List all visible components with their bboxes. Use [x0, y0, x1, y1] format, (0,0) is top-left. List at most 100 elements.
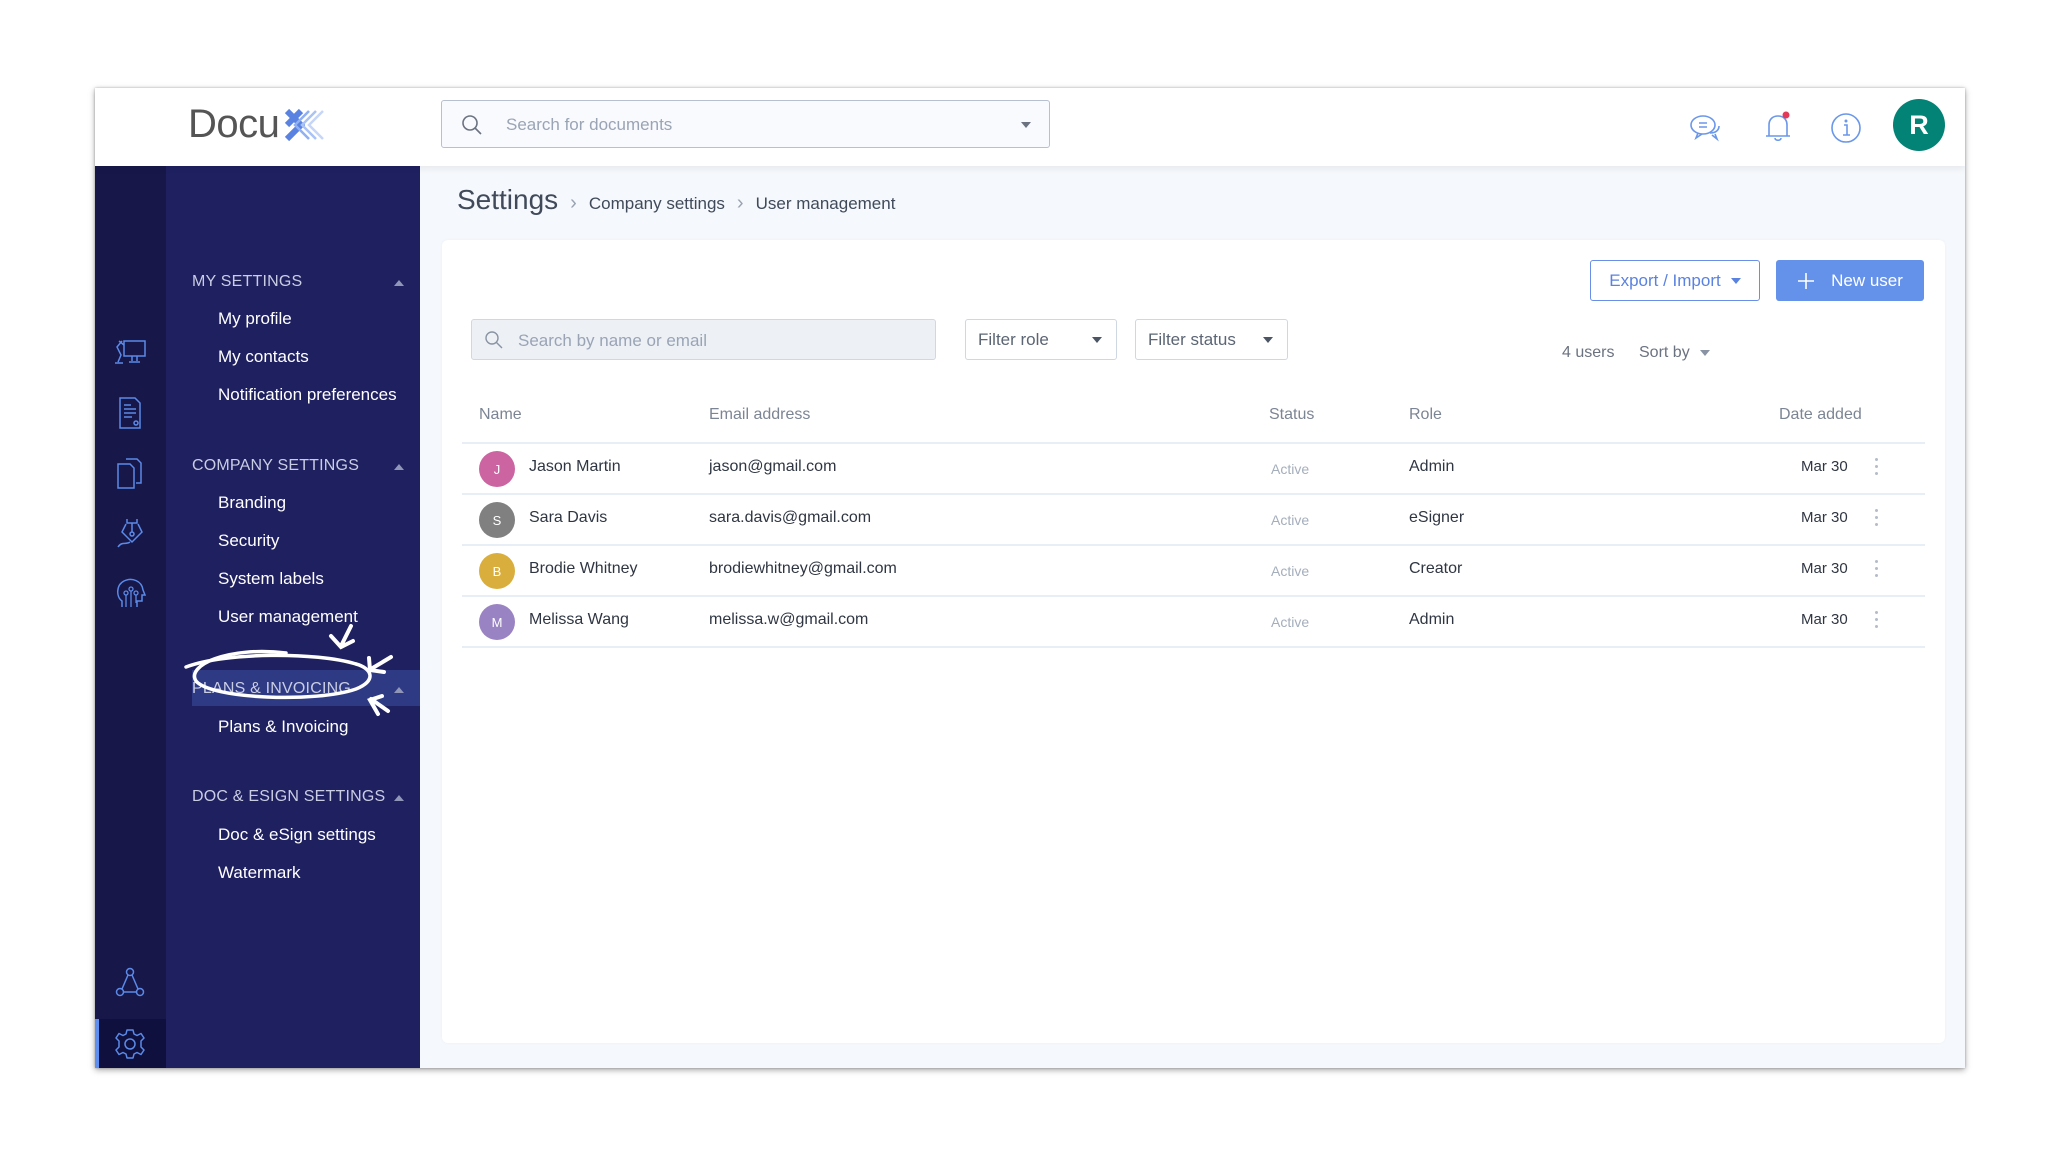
- user-avatar-initial: B: [479, 553, 515, 589]
- main-content: Settings › Company settings › User manag…: [420, 166, 1965, 1068]
- sort-by-dropdown[interactable]: Sort by: [1639, 344, 1710, 362]
- column-name[interactable]: Name: [479, 406, 522, 424]
- user-role: Admin: [1409, 458, 1455, 475]
- plus-icon: [1798, 272, 1815, 289]
- nav-item-user-management[interactable]: User management: [218, 607, 358, 627]
- network-icon[interactable]: [112, 965, 148, 1001]
- document-search-box[interactable]: [441, 100, 1050, 148]
- logo-text: Docu: [188, 102, 280, 146]
- chevron-right-icon: ›: [736, 192, 744, 214]
- nav-item-my-profile[interactable]: My profile: [218, 309, 292, 329]
- docux-logo[interactable]: Docu: [188, 102, 327, 147]
- nav-item-branding[interactable]: Branding: [218, 493, 286, 513]
- column-email[interactable]: Email address: [709, 406, 810, 424]
- search-icon: [462, 115, 482, 135]
- filter-role-select[interactable]: Filter role: [965, 319, 1117, 360]
- table-row[interactable]: J Jason Martin jason@gmail.com Active Ad…: [462, 444, 1925, 495]
- user-email: melissa.w@gmail.com: [709, 611, 869, 628]
- user-name: Sara Davis: [529, 509, 608, 526]
- settings-rail-item[interactable]: [95, 1019, 166, 1068]
- chat-icon[interactable]: [1688, 110, 1724, 146]
- date-added: Mar 30: [1801, 560, 1848, 577]
- user-name: Jason Martin: [529, 458, 621, 475]
- breadcrumb-company-settings[interactable]: Company settings: [589, 194, 725, 214]
- collapse-caret-icon[interactable]: [394, 464, 404, 470]
- nav-section-plans-invoicing[interactable]: PLANS & INVOICING: [192, 680, 351, 698]
- table-header: Name Email address Status Role Date adde…: [462, 390, 1925, 444]
- info-icon[interactable]: [1828, 110, 1864, 146]
- chevron-right-icon: ›: [570, 192, 577, 214]
- breadcrumb: Settings › Company settings › User manag…: [457, 184, 895, 216]
- collapse-caret-icon[interactable]: [394, 687, 404, 693]
- date-added: Mar 30: [1801, 509, 1848, 526]
- nav-section-my-settings[interactable]: MY SETTINGS: [192, 273, 302, 291]
- more-options-icon[interactable]: [1875, 560, 1879, 580]
- ai-head-icon[interactable]: [112, 575, 148, 611]
- top-header: Docu Search for documents R: [95, 88, 1965, 166]
- document-search-input[interactable]: [504, 111, 988, 139]
- user-search-input[interactable]: [516, 329, 920, 353]
- active-indicator: [95, 1019, 99, 1068]
- column-role[interactable]: Role: [1409, 406, 1442, 424]
- desk-workspace-icon[interactable]: [112, 335, 148, 371]
- user-name: Brodie Whitney: [529, 560, 638, 577]
- users-table: Name Email address Status Role Date adde…: [462, 390, 1925, 648]
- nav-item-watermark[interactable]: Watermark: [218, 863, 301, 883]
- nav-section-doc-esign-settings[interactable]: DOC & ESIGN SETTINGS: [192, 788, 385, 806]
- user-role: eSigner: [1409, 509, 1465, 526]
- user-avatar-initial: M: [479, 604, 515, 640]
- bell-icon[interactable]: [1760, 110, 1796, 146]
- more-options-icon[interactable]: [1875, 458, 1879, 478]
- chevron-down-icon: [1092, 336, 1102, 343]
- settings-gear-icon: [115, 1029, 145, 1059]
- user-avatar-initial: S: [479, 502, 515, 538]
- settings-nav: MY SETTINGS My profile My contacts Notif…: [166, 166, 420, 1068]
- user-search-box[interactable]: [471, 319, 936, 360]
- export-import-button[interactable]: Export / Import: [1590, 260, 1760, 301]
- table-row[interactable]: M Melissa Wang melissa.w@gmail.com Activ…: [462, 597, 1925, 648]
- nav-item-my-contacts[interactable]: My contacts: [218, 347, 309, 367]
- icon-rail: [95, 166, 166, 1068]
- status-badge: Active: [1271, 563, 1310, 579]
- date-added: Mar 30: [1801, 458, 1848, 475]
- nav-item-security[interactable]: Security: [218, 531, 279, 551]
- user-count: 4 users: [1562, 344, 1615, 361]
- date-added: Mar 30: [1801, 611, 1848, 628]
- table-row[interactable]: B Brodie Whitney brodiewhitney@gmail.com…: [462, 546, 1925, 597]
- document-icon[interactable]: [112, 395, 148, 431]
- status-badge: Active: [1271, 512, 1310, 528]
- nav-item-system-labels[interactable]: System labels: [218, 569, 324, 589]
- chevron-down-icon: [1730, 277, 1741, 284]
- table-row[interactable]: S Sara Davis sara.davis@gmail.com Active…: [462, 495, 1925, 546]
- user-avatar[interactable]: R: [1893, 99, 1945, 151]
- nav-item-doc-esign-settings[interactable]: Doc & eSign settings: [218, 825, 376, 845]
- pen-nib-icon[interactable]: [112, 515, 148, 551]
- collapse-caret-icon[interactable]: [394, 795, 404, 801]
- column-status[interactable]: Status: [1269, 406, 1314, 424]
- chevron-down-icon: [1699, 350, 1710, 356]
- app-window: Docu Search for documents R MY SETTINGS …: [95, 88, 1965, 1068]
- nav-item-notification-preferences[interactable]: Notification preferences: [218, 385, 397, 405]
- search-icon: [485, 331, 503, 349]
- breadcrumb-user-management: User management: [755, 194, 896, 213]
- filter-status-select[interactable]: Filter status: [1135, 319, 1288, 360]
- copy-documents-icon[interactable]: [112, 455, 148, 491]
- user-email: sara.davis@gmail.com: [709, 509, 872, 526]
- new-user-button[interactable]: New user: [1776, 260, 1924, 301]
- user-role: Creator: [1409, 560, 1463, 577]
- user-email: jason@gmail.com: [709, 458, 837, 475]
- breadcrumb-settings[interactable]: Settings: [457, 184, 558, 216]
- user-management-card: Export / Import New user Filter role Fil…: [442, 240, 1945, 1043]
- user-avatar-initial: J: [479, 451, 515, 487]
- status-badge: Active: [1271, 461, 1310, 477]
- notification-dot: [1782, 111, 1790, 119]
- search-dropdown-caret-icon[interactable]: [1021, 122, 1031, 128]
- more-options-icon[interactable]: [1875, 509, 1879, 529]
- logo-x-icon: [285, 108, 325, 141]
- user-name: Melissa Wang: [529, 611, 629, 628]
- nav-section-company-settings[interactable]: COMPANY SETTINGS: [192, 457, 359, 475]
- nav-item-plans-invoicing[interactable]: Plans & Invoicing: [218, 717, 348, 737]
- more-options-icon[interactable]: [1875, 611, 1879, 631]
- column-date-added[interactable]: Date added: [1779, 406, 1862, 424]
- collapse-caret-icon[interactable]: [394, 280, 404, 286]
